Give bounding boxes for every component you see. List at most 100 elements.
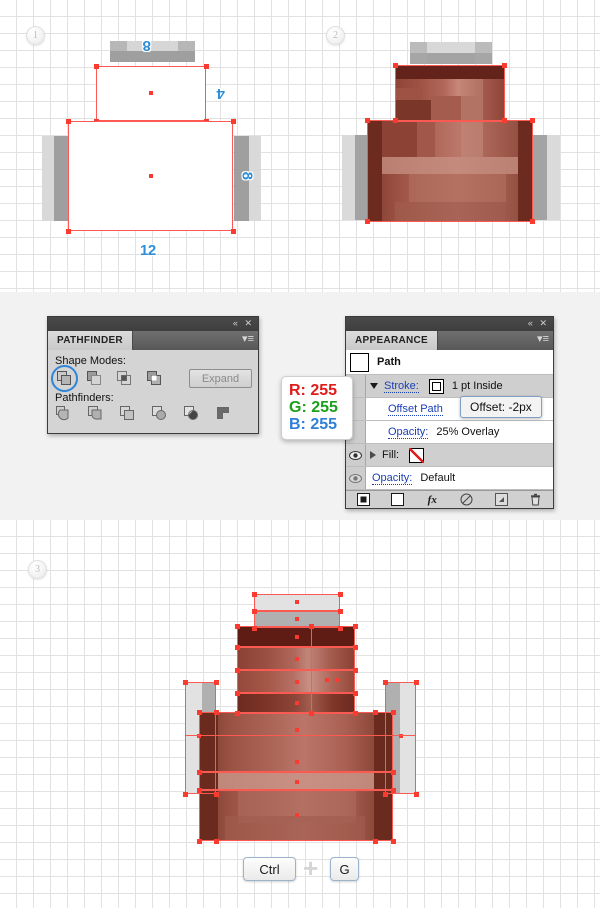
tab-pathfinder[interactable]: PATHFINDER xyxy=(48,331,133,350)
pathfinder-titlebar[interactable]: « ✕ xyxy=(48,317,258,331)
visibility-toggle-fill-opacity[interactable] xyxy=(346,467,366,489)
anchor-top-left[interactable] xyxy=(94,64,99,69)
step3-anchor-b3[interactable] xyxy=(197,770,202,775)
step3-anchor-b11[interactable] xyxy=(214,839,219,844)
delete-item-button[interactable] xyxy=(519,493,554,506)
key-ctrl[interactable]: Ctrl xyxy=(243,857,296,881)
step3-anchor-s3[interactable] xyxy=(183,792,188,797)
panel-menu-icon[interactable]: ▾≡ xyxy=(242,334,254,345)
minus-front-button[interactable] xyxy=(86,370,103,387)
chevron-right-icon[interactable] xyxy=(370,451,376,459)
close-icon[interactable]: ✕ xyxy=(539,318,549,328)
offset-path-label[interactable]: Offset Path xyxy=(388,403,443,416)
step2-anchor-3[interactable] xyxy=(393,118,398,123)
minus-back-button[interactable] xyxy=(216,406,233,423)
step3-anchor-b5[interactable] xyxy=(197,788,202,793)
step3-anchor-h3[interactable] xyxy=(235,645,240,650)
key-g[interactable]: G xyxy=(330,857,359,881)
step3-anchor-a4[interactable] xyxy=(338,609,343,614)
stroke-opacity-label[interactable]: Opacity: xyxy=(388,426,429,439)
step2-anchor-5[interactable] xyxy=(365,118,370,123)
divide-button[interactable] xyxy=(56,406,73,423)
step2-anchor-4[interactable] xyxy=(502,118,507,123)
step2-anchor-1[interactable] xyxy=(393,63,398,68)
step3-anchor-a2[interactable] xyxy=(338,592,343,597)
add-effect-button[interactable]: fx xyxy=(415,494,450,506)
step3-anchor-s7[interactable] xyxy=(383,792,388,797)
step3-anchor-h6[interactable] xyxy=(353,668,358,673)
appearance-tabstrip[interactable]: APPEARANCE ▾≡ xyxy=(346,331,553,350)
duplicate-item-button[interactable] xyxy=(484,493,519,506)
fill-label[interactable]: Fill: xyxy=(382,449,399,461)
intersect-button[interactable] xyxy=(116,370,133,387)
step3-anchor-a5[interactable] xyxy=(252,626,257,631)
anchor-top-right[interactable] xyxy=(204,64,209,69)
step3-anchor-s8[interactable] xyxy=(414,792,419,797)
step3-anchor-b7[interactable] xyxy=(197,839,202,844)
anchor-body-topleft[interactable] xyxy=(66,119,71,124)
merge-button[interactable] xyxy=(120,406,137,423)
crop-button[interactable] xyxy=(152,406,169,423)
stroke-color-swatch[interactable] xyxy=(428,378,444,394)
step2-anchor-7[interactable] xyxy=(365,219,370,224)
step3-outline-right-shadow[interactable] xyxy=(385,682,416,794)
step3-anchor-b2[interactable] xyxy=(391,710,396,715)
step3-anchor-s2[interactable] xyxy=(214,680,219,685)
step3-anchor-a1[interactable] xyxy=(252,592,257,597)
step3-anchor-b4[interactable] xyxy=(391,770,396,775)
pathfinder-panel[interactable]: « ✕ PATHFINDER ▾≡ Shape Modes: Expand Pa… xyxy=(47,316,259,434)
appearance-window-controls[interactable]: « ✕ xyxy=(528,318,549,329)
appearance-titlebar[interactable]: « ✕ xyxy=(346,317,553,331)
trim-button[interactable] xyxy=(88,406,105,423)
step3-anchor-h5[interactable] xyxy=(235,668,240,673)
step3-anchor-h8[interactable] xyxy=(353,691,358,696)
outline-button[interactable] xyxy=(184,406,201,423)
collapse-icon[interactable]: « xyxy=(528,318,535,328)
tab-appearance[interactable]: APPEARANCE xyxy=(346,331,439,350)
step3-anchor-h10[interactable] xyxy=(353,711,358,716)
step3-anchor-h2[interactable] xyxy=(353,624,358,629)
add-new-fill-button[interactable] xyxy=(381,493,416,506)
stroke-label[interactable]: Stroke: xyxy=(384,380,419,393)
collapse-icon[interactable]: « xyxy=(233,318,240,328)
anchor-body-bottomleft[interactable] xyxy=(66,229,71,234)
step3-anchor-b8[interactable] xyxy=(391,839,396,844)
step3-anchor-s5[interactable] xyxy=(383,680,388,685)
exclude-button[interactable] xyxy=(146,370,163,387)
step3-anchor-b9[interactable] xyxy=(214,710,219,715)
appearance-row-stroke-opacity[interactable]: Opacity: 25% Overlay xyxy=(346,421,553,444)
step3-anchor-b1[interactable] xyxy=(197,710,202,715)
anchor-body-bottomright[interactable] xyxy=(231,229,236,234)
appearance-row-stroke[interactable]: Stroke: 1 pt Inside xyxy=(346,375,553,398)
visibility-toggle-fill[interactable] xyxy=(346,444,366,466)
step3-anchor-s4[interactable] xyxy=(214,792,219,797)
step3-anchor-hm2[interactable] xyxy=(309,711,314,716)
expand-button[interactable]: Expand xyxy=(189,369,252,388)
appearance-row-fill-opacity[interactable]: Opacity: Default xyxy=(346,467,553,490)
panel-menu-icon[interactable]: ▾≡ xyxy=(537,334,549,345)
step3-anchor-h4[interactable] xyxy=(353,645,358,650)
step2-anchor-2[interactable] xyxy=(502,63,507,68)
step3-anchor-b6[interactable] xyxy=(391,788,396,793)
chevron-down-icon[interactable] xyxy=(370,383,378,389)
step3-outline-left-shadow[interactable] xyxy=(185,682,216,794)
step3-anchor-h1[interactable] xyxy=(235,624,240,629)
anchor-body-topright[interactable] xyxy=(231,119,236,124)
add-new-stroke-button[interactable] xyxy=(346,493,381,506)
step3-anchor-a6[interactable] xyxy=(338,626,343,631)
clear-appearance-button[interactable] xyxy=(450,493,485,506)
step3-anchor-b12[interactable] xyxy=(373,839,378,844)
step3-anchor-h7[interactable] xyxy=(235,691,240,696)
step2-anchor-8[interactable] xyxy=(530,219,535,224)
close-icon[interactable]: ✕ xyxy=(244,318,254,328)
step3-anchor-a3[interactable] xyxy=(252,609,257,614)
appearance-object-row[interactable]: Path xyxy=(346,350,553,375)
step2-outline-body[interactable] xyxy=(367,120,533,222)
step3-anchor-s1[interactable] xyxy=(183,680,188,685)
pathfinder-tabstrip[interactable]: PATHFINDER ▾≡ xyxy=(48,331,258,350)
step3-anchor-b10[interactable] xyxy=(373,710,378,715)
step2-outline-head[interactable] xyxy=(395,65,505,122)
step3-anchor-s6[interactable] xyxy=(414,680,419,685)
step2-anchor-6[interactable] xyxy=(530,118,535,123)
fill-opacity-label[interactable]: Opacity: xyxy=(372,472,413,485)
